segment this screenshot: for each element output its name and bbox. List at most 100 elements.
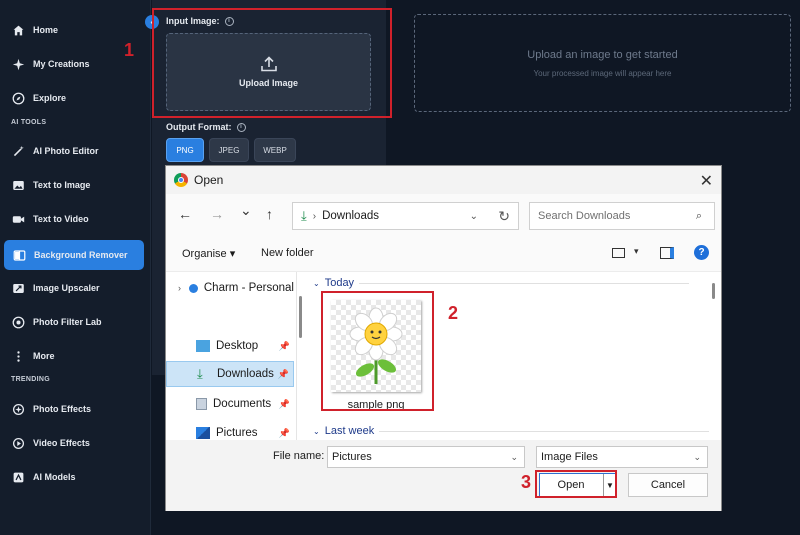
sidebar-item-label: My Creations bbox=[33, 59, 90, 69]
recent-locations-chevron-icon[interactable]: ⌄ bbox=[240, 202, 252, 219]
navigation-pane: › Charm - Personal Desktop 📌 ⤓ Downloads… bbox=[166, 272, 297, 440]
forward-arrow-icon[interactable]: → bbox=[210, 206, 224, 222]
sidebar-item-video-effects[interactable]: Video Effects bbox=[0, 430, 151, 456]
effects-icon bbox=[11, 402, 25, 416]
back-arrow-icon[interactable]: ← bbox=[178, 206, 192, 222]
file-type-value: Image Files bbox=[541, 451, 598, 463]
video-effects-icon bbox=[11, 436, 25, 450]
tree-item-label: Desktop bbox=[216, 340, 259, 352]
format-png-button[interactable]: PNG bbox=[166, 138, 204, 162]
sidebar-item-text-to-video[interactable]: Text to Video bbox=[0, 206, 151, 232]
section-label-ai-tools: AI TOOLS bbox=[11, 119, 47, 126]
chevron-right-icon: › bbox=[178, 283, 181, 293]
sidebar-item-ai-photo-editor[interactable]: AI Photo Editor bbox=[0, 138, 151, 164]
document-icon bbox=[196, 398, 207, 410]
sidebar-item-explore[interactable]: Explore bbox=[0, 85, 151, 111]
help-icon[interactable]: ? bbox=[694, 245, 709, 260]
dialog-title: Open bbox=[194, 173, 224, 187]
annotation-box-1 bbox=[152, 8, 392, 118]
pin-icon: 📌 bbox=[277, 368, 289, 379]
wand-icon bbox=[11, 144, 25, 158]
sidebar-item-ai-models[interactable]: AI Models bbox=[0, 464, 151, 490]
breadcrumb-separator-icon: › bbox=[312, 210, 317, 222]
output-format-label-text: Output Format: bbox=[166, 122, 232, 132]
info-icon[interactable]: i bbox=[236, 122, 246, 132]
sidebar-item-label: AI Photo Editor bbox=[33, 146, 99, 156]
organise-menu[interactable]: Organise ▾ bbox=[182, 247, 235, 260]
pin-icon: 📌 bbox=[278, 340, 290, 351]
group-label: Last week bbox=[324, 425, 375, 437]
cloud-icon bbox=[189, 283, 198, 293]
tree-item-desktop[interactable]: Desktop 📌 bbox=[166, 333, 294, 359]
file-type-select[interactable]: Image Files ⌄ bbox=[536, 446, 708, 468]
output-format-label: Output Format: i bbox=[166, 122, 246, 132]
sidebar-item-photo-filter-lab[interactable]: Photo Filter Lab bbox=[0, 309, 151, 335]
sidebar-item-label: Video Effects bbox=[33, 438, 90, 448]
address-bar[interactable]: ⤓ › Downloads ⌄ ↻ bbox=[292, 202, 519, 230]
video-icon bbox=[11, 212, 25, 226]
sidebar-item-more[interactable]: More bbox=[0, 343, 151, 369]
view-dropdown-icon[interactable]: ▾ bbox=[634, 246, 639, 257]
compass-icon bbox=[11, 91, 25, 105]
sidebar-item-label: More bbox=[33, 351, 55, 361]
sidebar: Home My Creations Explore AI TOOLS AI Ph… bbox=[0, 0, 151, 535]
chrome-icon bbox=[174, 173, 188, 187]
sidebar-item-text-to-image[interactable]: Text to Image bbox=[0, 172, 151, 198]
dialog-command-bar: Organise ▾ New folder ▾ ? bbox=[166, 236, 721, 272]
dialog-footer: File name: Pictures ⌄ Image Files ⌄ Open… bbox=[166, 440, 721, 511]
search-input[interactable]: Search Downloads ⌕ bbox=[529, 202, 715, 230]
download-icon: ⤓ bbox=[197, 366, 203, 381]
tree-item-pictures[interactable]: Pictures 📌 bbox=[166, 420, 294, 440]
file-name-input[interactable]: Pictures ⌄ bbox=[327, 446, 525, 468]
tree-item-label: Documents bbox=[213, 398, 272, 410]
sidebar-item-background-remover[interactable]: Background Remover bbox=[4, 240, 144, 270]
format-webp-button[interactable]: WEBP bbox=[254, 138, 296, 162]
sidebar-item-label: Background Remover bbox=[34, 250, 128, 260]
result-placeholder: Upload an image to get started Your proc… bbox=[414, 14, 791, 112]
sidebar-item-label: Image Upscaler bbox=[33, 283, 100, 293]
close-icon[interactable]: ✕ bbox=[700, 171, 713, 191]
new-folder-button[interactable]: New folder bbox=[261, 247, 314, 259]
search-icon: ⌕ bbox=[695, 209, 702, 222]
result-subtitle: Your processed image will appear here bbox=[533, 68, 672, 78]
chevron-down-icon[interactable]: ⌄ bbox=[510, 452, 518, 463]
chevron-down-icon[interactable]: ⌄ bbox=[470, 211, 478, 222]
annotation-number-3: 3 bbox=[521, 472, 532, 492]
sidebar-item-image-upscaler[interactable]: Image Upscaler bbox=[0, 275, 151, 301]
chevron-down-icon: ⌄ bbox=[313, 426, 320, 436]
group-label: Today bbox=[324, 277, 355, 289]
tree-item-downloads[interactable]: ⤓ Downloads 📌 bbox=[166, 361, 294, 387]
file-list-scrollbar[interactable] bbox=[712, 283, 715, 299]
group-today[interactable]: ⌄ Today bbox=[313, 277, 690, 289]
image-icon bbox=[11, 178, 25, 192]
cancel-button[interactable]: Cancel bbox=[628, 473, 708, 497]
format-jpeg-button[interactable]: JPEG bbox=[209, 138, 249, 162]
more-vertical-icon bbox=[11, 349, 25, 363]
group-last-week[interactable]: ⌄ Last week bbox=[313, 425, 710, 437]
split-view-icon bbox=[12, 248, 26, 262]
refresh-icon[interactable]: ↻ bbox=[498, 208, 510, 225]
result-title: Upload an image to get started bbox=[527, 48, 678, 61]
sidebar-item-label: Photo Effects bbox=[33, 404, 92, 414]
sidebar-item-label: AI Models bbox=[33, 472, 76, 482]
annotation-box-2 bbox=[321, 291, 434, 411]
tree-item-onedrive[interactable]: › Charm - Personal bbox=[166, 275, 294, 301]
preview-pane-icon[interactable] bbox=[660, 247, 674, 259]
file-name-field-label: File name: bbox=[273, 450, 325, 462]
tree-item-label: Downloads bbox=[217, 368, 274, 380]
sidebar-item-photo-effects[interactable]: Photo Effects bbox=[0, 396, 151, 422]
up-arrow-icon[interactable]: ↑ bbox=[266, 206, 273, 222]
group-divider bbox=[359, 282, 690, 284]
chevron-down-icon[interactable]: ⌄ bbox=[693, 452, 701, 463]
tree-item-label: Pictures bbox=[216, 427, 258, 439]
dialog-navbar: ← → ⌄ ↑ ⤓ › Downloads ⌄ ↻ Search Downloa… bbox=[166, 194, 721, 236]
sidebar-item-label: Home bbox=[33, 25, 59, 35]
chevron-down-icon: ⌄ bbox=[313, 278, 320, 288]
tree-item-documents[interactable]: Documents 📌 bbox=[166, 391, 294, 417]
search-placeholder: Search Downloads bbox=[538, 210, 631, 222]
annotation-box-3 bbox=[535, 470, 617, 498]
group-divider bbox=[379, 430, 710, 432]
navigation-pane-scrollbar[interactable] bbox=[299, 296, 302, 338]
upscale-icon bbox=[11, 281, 25, 295]
view-options-icon[interactable] bbox=[612, 248, 625, 258]
